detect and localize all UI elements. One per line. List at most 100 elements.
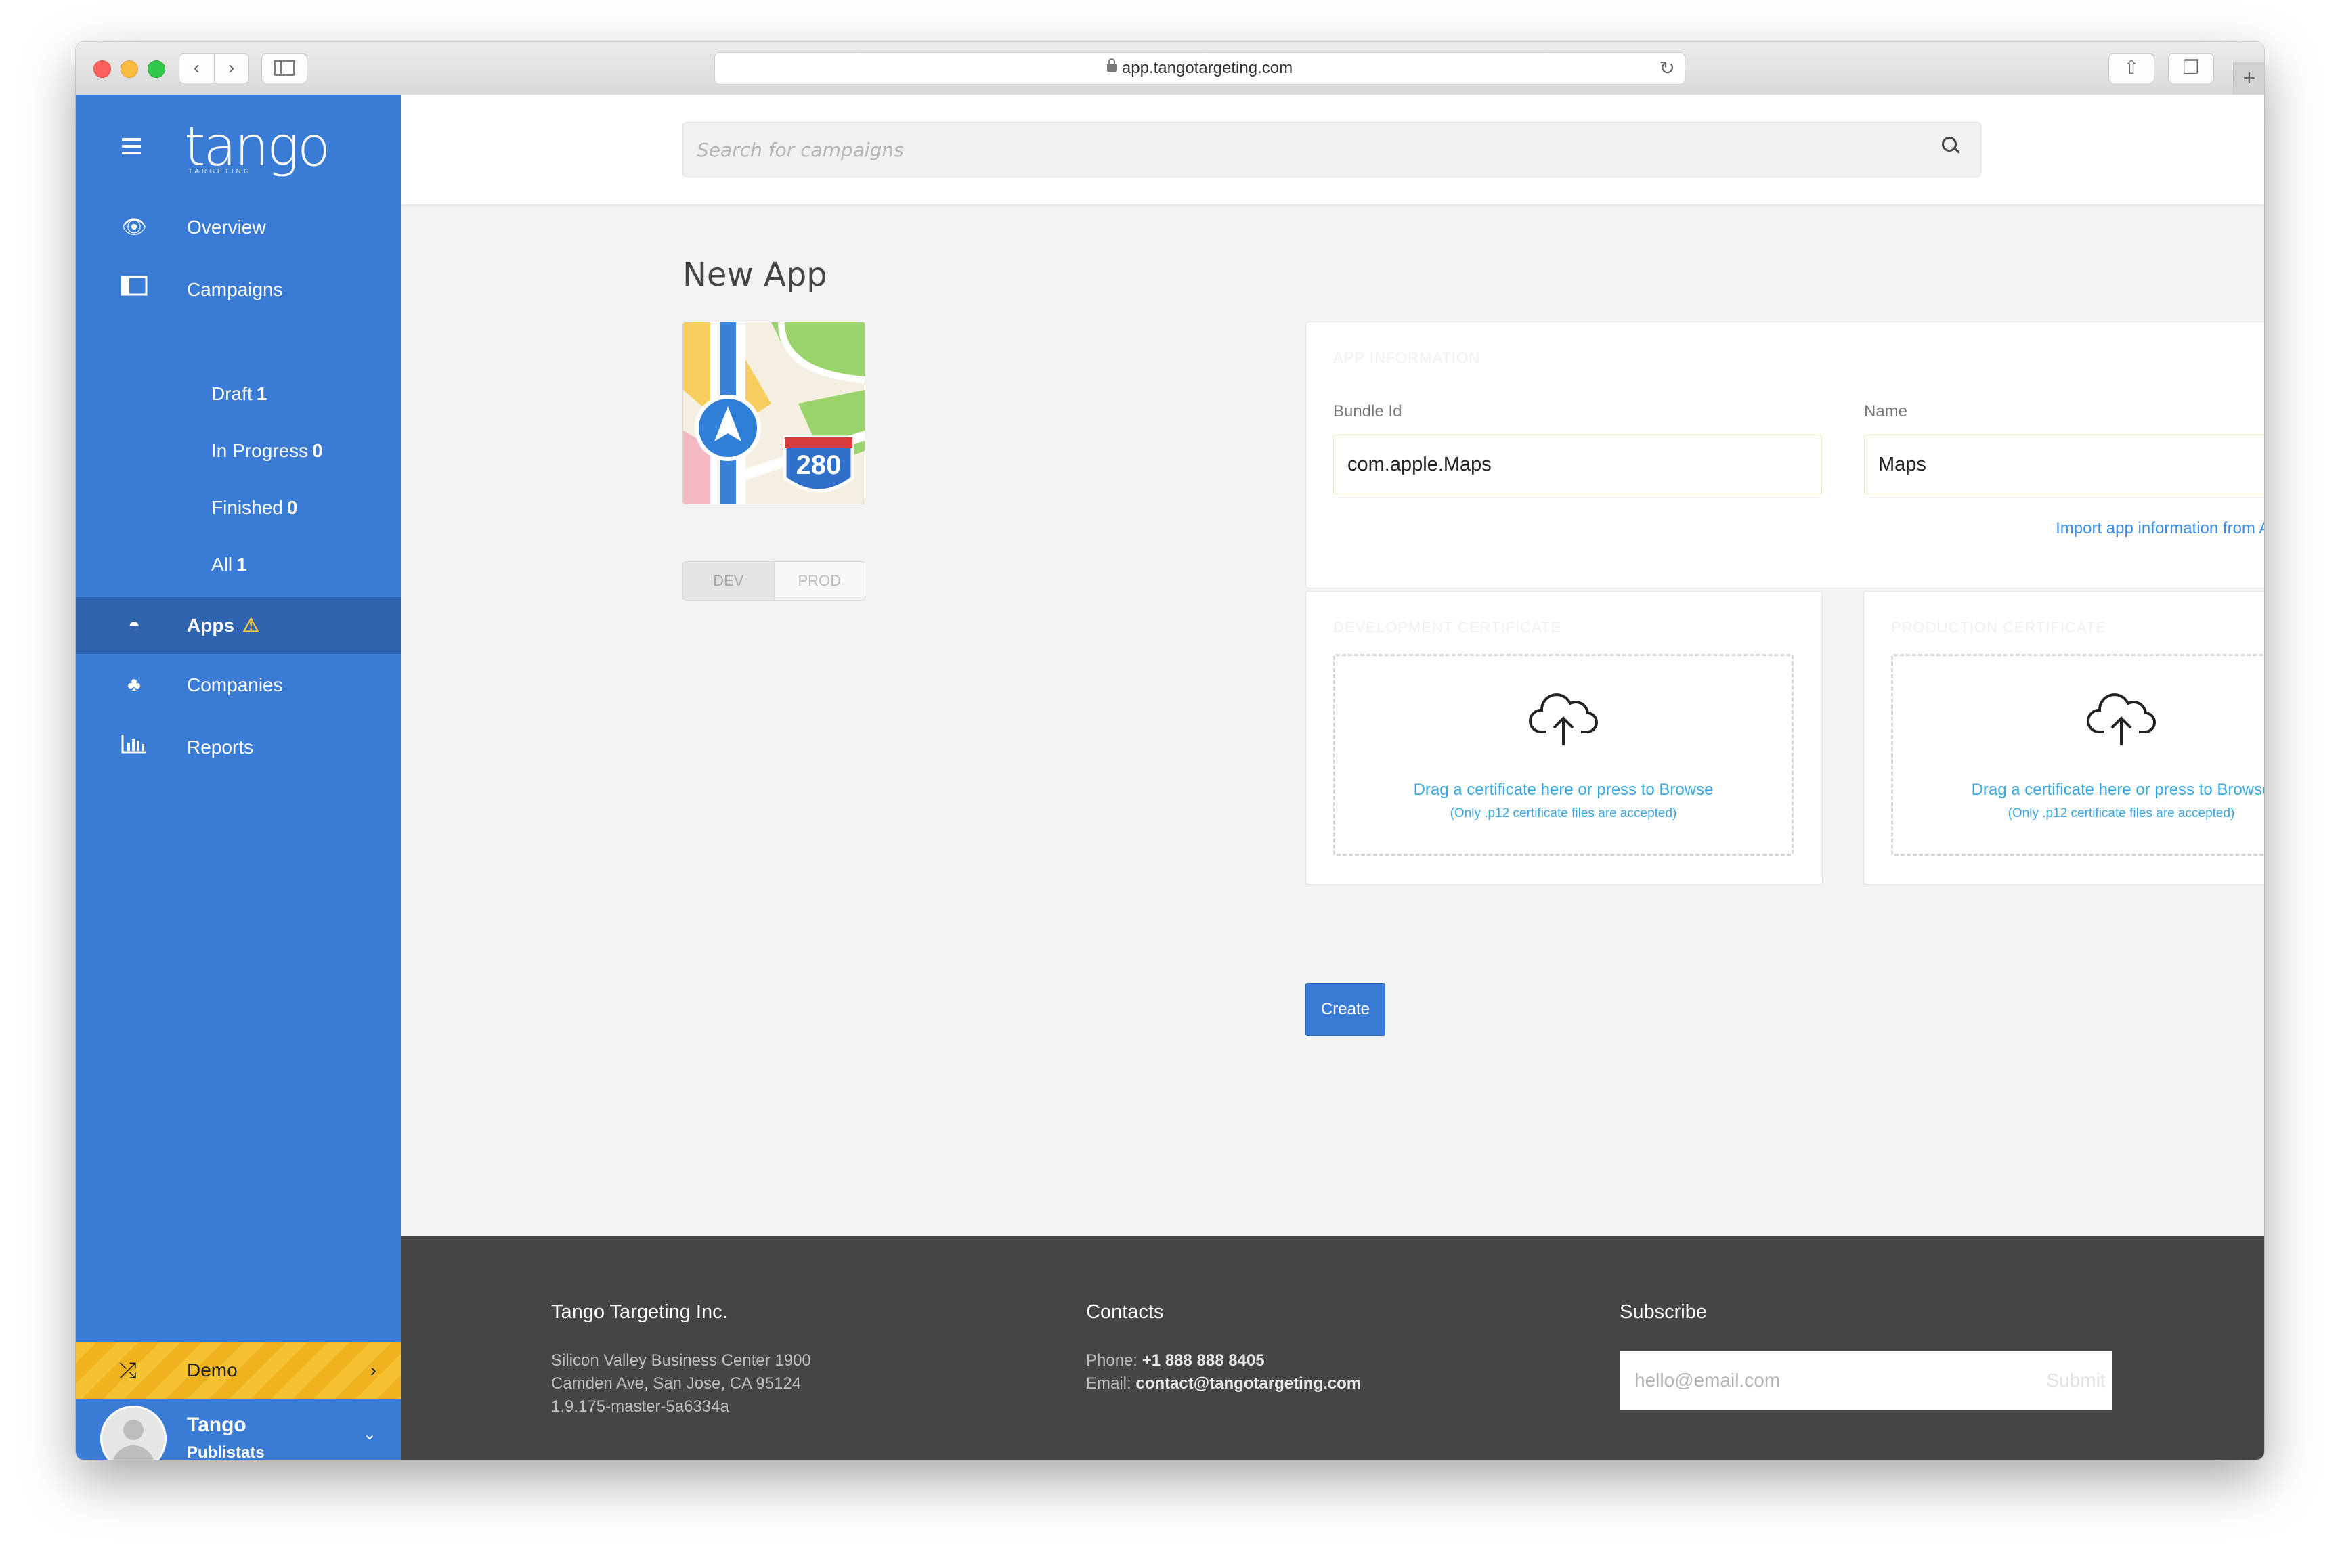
environment-toggle[interactable]: DEV PROD (682, 561, 865, 601)
import-appstore-link[interactable]: Import app information from AppStore ⤴ (2056, 515, 2264, 538)
dev-certificate-dropzone[interactable]: Drag a certificate here or press to Brow… (1333, 654, 1794, 856)
in-progress-count: 0 (312, 440, 323, 461)
share-button[interactable]: ⇧ (2108, 53, 2154, 83)
sidebar: tango TARGETING 👁 Overview Campaigns Dra… (76, 95, 401, 1460)
sidebar-item-reports[interactable]: Reports (76, 719, 401, 776)
top-bar (401, 95, 2264, 204)
name-input[interactable] (1864, 435, 2264, 494)
env-prod-option[interactable]: PROD (775, 562, 865, 600)
user-name: Tango (187, 1414, 246, 1436)
address-bar[interactable]: app.tangotargeting.com ↻ (714, 52, 1685, 85)
logo-subtitle: TARGETING (188, 168, 252, 175)
footer-subscribe-title: Subscribe (1620, 1301, 1707, 1323)
card-title: APP INFORMATION (1333, 349, 1481, 366)
back-icon[interactable]: ‹ (179, 54, 215, 83)
minimize-window-button[interactable] (121, 60, 138, 78)
subscribe-email-input[interactable] (1620, 1351, 2112, 1410)
dropzone-text: Drag a certificate here or press to Brow… (1971, 781, 2264, 799)
reload-icon[interactable]: ↻ (1660, 53, 1675, 84)
sidebar-item-campaigns[interactable]: Campaigns (76, 261, 401, 318)
url-text: app.tangotargeting.com (1121, 59, 1293, 77)
page-title: New App (682, 256, 827, 294)
lock-icon (1106, 58, 1117, 72)
app-information-card: APP INFORMATION Bundle Id Name Import ap… (1305, 322, 2264, 588)
new-tab-button[interactable]: + (2233, 62, 2264, 95)
footer-version: 1.9.175-master-5a6334a (551, 1397, 729, 1416)
demo-mode-bar[interactable]: ⤮ Demo › (76, 1342, 401, 1399)
chevron-down-icon: ⌄ (362, 1425, 376, 1443)
warning-icon: ⚠ (242, 615, 260, 636)
create-button[interactable]: Create (1305, 983, 1385, 1036)
subscribe-submit-button[interactable]: Submit (2039, 1351, 2112, 1410)
tabs-icon: ❐ (2182, 57, 2200, 78)
tab-overview-button[interactable]: ❐ (2168, 53, 2214, 83)
cloud-upload-icon (2087, 693, 2157, 745)
sidebar-item-companies[interactable]: ♣ Companies (76, 657, 401, 714)
footer: Tango Targeting Inc. Silicon Valley Busi… (401, 1236, 2264, 1460)
footer-phone: Phone: +1 888 888 8405 (1086, 1351, 1265, 1370)
development-certificate-card: DEVELOPMENT CERTIFICATE Drag a certifica… (1305, 591, 1823, 885)
email-label: Email: (1086, 1374, 1131, 1393)
tree-icon: ♣ (127, 674, 141, 696)
eye-icon: 👁 (121, 216, 148, 238)
apps-icon: ◓ (127, 614, 141, 636)
zoom-window-button[interactable] (148, 60, 165, 78)
sub-item-label: All (211, 554, 233, 575)
bundle-id-input[interactable] (1333, 435, 1822, 494)
sidebar-item-apps[interactable]: ◓ Apps ⚠ (76, 597, 401, 654)
sub-item-label: In Progress (211, 440, 309, 461)
env-dev-option[interactable]: DEV (683, 562, 775, 600)
forward-icon[interactable]: › (215, 54, 249, 83)
campaign-sub-in-progress[interactable]: In Progress 0 (211, 437, 323, 464)
card-title: PRODUCTION CERTIFICATE (1891, 619, 2107, 636)
phone-number[interactable]: +1 888 888 8405 (1142, 1351, 1265, 1370)
bar-chart-icon (119, 719, 149, 776)
sidebar-item-overview[interactable]: 👁 Overview (76, 199, 401, 256)
sidebar-item-label: Overview (187, 217, 266, 238)
shuffle-icon: ⤮ (119, 1358, 137, 1382)
campaigns-icon (119, 261, 149, 318)
share-icon: ⇧ (2123, 57, 2140, 78)
sub-item-label: Finished (211, 497, 283, 518)
sidebar-item-label: Apps (187, 615, 234, 636)
bundle-id-label: Bundle Id (1333, 402, 1402, 420)
production-certificate-card: PRODUCTION CERTIFICATE Drag a certificat… (1863, 591, 2264, 885)
email-address[interactable]: contact@tangotargeting.com (1135, 1374, 1361, 1393)
finished-count: 0 (286, 497, 298, 518)
app-icon-maps[interactable]: 280 (682, 322, 865, 504)
all-count: 1 (236, 554, 247, 575)
phone-label: Phone: (1086, 1351, 1138, 1370)
footer-email: Email: contact@tangotargeting.com (1086, 1374, 1361, 1393)
campaign-sub-draft[interactable]: Draft 1 (211, 380, 267, 408)
sidebar-item-label: Reports (187, 737, 254, 758)
sidebar-item-label: Companies (187, 674, 283, 695)
user-organization: Publistats (187, 1443, 265, 1460)
sidebar-item-label: Campaigns (187, 279, 283, 300)
sub-item-label: Draft (211, 383, 253, 404)
sidebar-toggle-button[interactable] (261, 53, 307, 83)
browser-titlebar: ‹ › app.tangotargeting.com ↻ ⇧ ❐ + (76, 42, 2264, 96)
dropzone-note: (Only .p12 certificate files are accepte… (2008, 806, 2235, 821)
name-label: Name (1864, 402, 1908, 420)
main-content: New App 280 DEV PROD (401, 95, 2264, 1460)
user-menu[interactable]: Tango Publistats ⌄ (76, 1399, 401, 1460)
search-icon[interactable] (1942, 137, 1957, 152)
browser-window: ‹ › app.tangotargeting.com ↻ ⇧ ❐ + tango… (76, 42, 2264, 1460)
history-nav: ‹ › (179, 53, 249, 83)
footer-contacts-title: Contacts (1086, 1301, 1164, 1323)
footer-address-line: Silicon Valley Business Center 1900 (551, 1351, 811, 1370)
prod-certificate-dropzone[interactable]: Drag a certificate here or press to Brow… (1891, 654, 2264, 856)
close-window-button[interactable] (93, 60, 111, 78)
menu-icon[interactable] (122, 138, 141, 158)
campaign-sub-all[interactable]: All 1 (211, 551, 247, 578)
search-input[interactable] (682, 122, 1981, 177)
draft-count: 1 (256, 383, 267, 404)
demo-label: Demo (187, 1359, 238, 1380)
campaign-sub-finished[interactable]: Finished 0 (211, 494, 297, 521)
card-title: DEVELOPMENT CERTIFICATE (1333, 619, 1562, 636)
sidebar-icon (274, 59, 295, 76)
dropzone-text: Drag a certificate here or press to Brow… (1413, 781, 1714, 799)
cloud-upload-icon (1529, 693, 1599, 745)
dropzone-note: (Only .p12 certificate files are accepte… (1450, 806, 1677, 821)
footer-company-title: Tango Targeting Inc. (551, 1301, 728, 1323)
